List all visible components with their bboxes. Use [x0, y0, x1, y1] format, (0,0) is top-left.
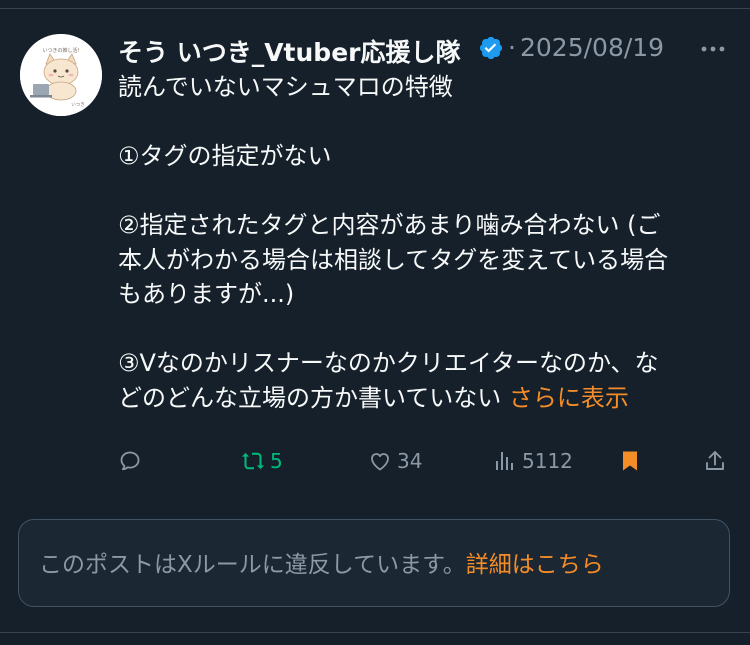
views-icon [496, 452, 513, 470]
separator-dot: · [508, 33, 516, 62]
views-count: 5112 [522, 449, 573, 473]
svg-text:いつき: いつき [71, 102, 85, 108]
show-more-link[interactable]: さらに表示 [509, 384, 629, 412]
top-divider [0, 8, 750, 9]
repost-button[interactable]: 5 [241, 443, 283, 479]
post-text-line: もありますが...) [118, 280, 295, 308]
post-date[interactable]: 2025/08/19 [520, 33, 664, 62]
more-icon[interactable] [698, 35, 728, 63]
post-text-line: 読んでいないマシュマロの特徴 [118, 73, 453, 101]
post-text-line: どのどんな立場の方か書いていない さらに表示 [118, 381, 723, 416]
like-icon [371, 453, 389, 471]
like-button[interactable]: 34 [368, 443, 422, 479]
post-text-line: ​ [118, 174, 723, 209]
notice-details-link[interactable]: 詳細はこちら [466, 552, 604, 578]
post-text-line: ③Vなのかリスナーなのかクリエイターなのか、な [118, 349, 659, 377]
bookmark-button[interactable] [618, 443, 642, 479]
post-text-line: ②指定されたタグと内容があまり噛み合わない (ご [118, 211, 661, 239]
avatar-image: いつきの推し活! いつき [20, 34, 102, 116]
svg-text:いつきの推し活!: いつきの推し活! [42, 47, 79, 54]
bottom-divider [0, 632, 750, 633]
verified-badge-icon [478, 35, 504, 61]
notice-text-line: このポストはXルールに違反しています。詳細はこちら [39, 545, 604, 579]
avatar[interactable]: いつきの推し活! いつき [20, 34, 102, 116]
post-text-last-line: どのどんな立場の方か書いていない [118, 383, 502, 412]
repost-count: 5 [270, 449, 283, 473]
post-text-line: ​ [118, 312, 723, 347]
bookmark-icon [623, 451, 637, 471]
post-text-line: ①タグの指定がない [118, 142, 332, 170]
views-button[interactable]: 5112 [493, 443, 573, 479]
repost-icon [241, 452, 265, 470]
post-view: いつきの推し活! いつき そう いつき_Vtuber応援し隊 · 2025/08… [0, 0, 750, 645]
author-name[interactable]: そう いつき_Vtuber応援し隊 [118, 33, 460, 69]
post-text: 読んでいないマシュマロの特徴 ​ ①タグの指定がない ​ ②指定されたタグと内容… [118, 70, 723, 415]
post-text-line: 本人がわかる場合は相談してタグを変えている場合 [118, 245, 669, 274]
post-header: そう いつき_Vtuber応援し隊 · 2025/08/19 [118, 30, 738, 70]
rule-violation-notice: このポストはXルールに違反しています。詳細はこちら [18, 519, 730, 607]
reply-icon [120, 451, 140, 471]
notice-text: このポストはXルールに違反しています。 [39, 552, 466, 578]
like-count: 34 [397, 449, 423, 473]
share-icon [706, 451, 724, 470]
reply-button[interactable] [118, 443, 147, 479]
share-button[interactable] [703, 443, 727, 479]
post-text-line: ​ [118, 105, 723, 140]
action-bar: 5 34 5112 [118, 443, 733, 479]
